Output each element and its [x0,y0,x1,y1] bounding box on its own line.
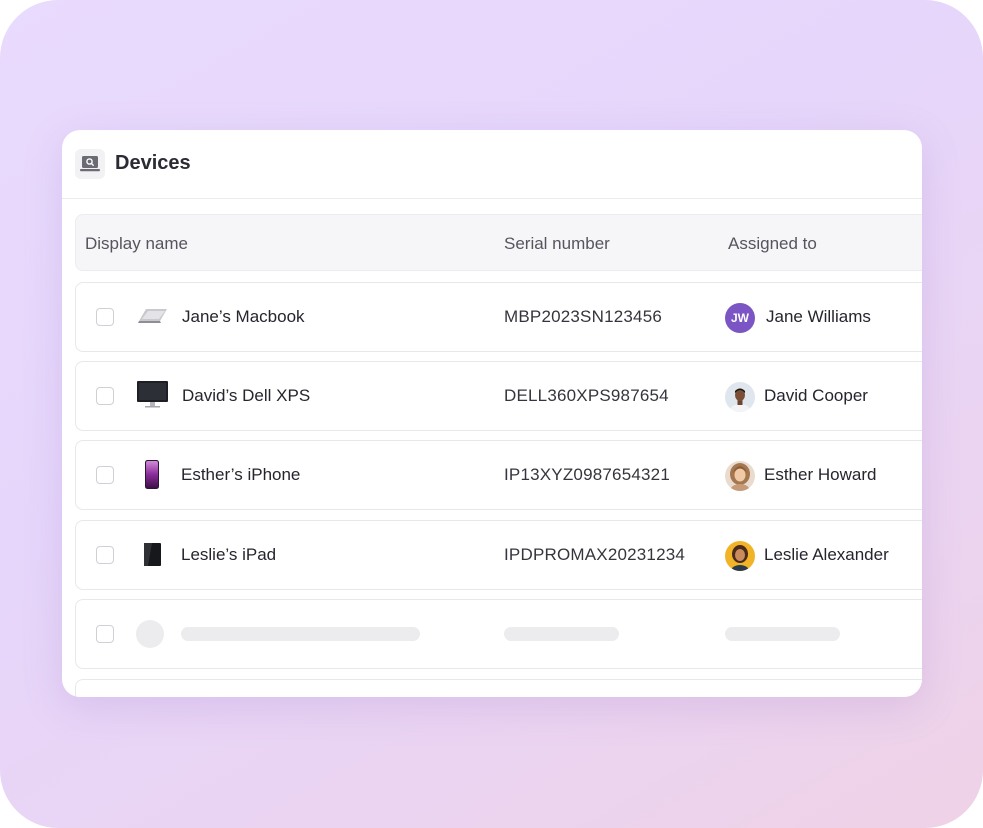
table-row-skeleton [75,679,922,697]
avatar [725,461,755,491]
table-row[interactable]: Leslie’s iPad IPDPROMAX20231234 Leslie A… [75,520,922,590]
device-name[interactable]: Esther’s iPhone [181,465,300,485]
avatar [725,382,755,412]
table-row[interactable]: Jane’s Macbook MBP2023SN123456 JW Jane W… [75,282,922,352]
table-row[interactable]: Esther’s iPhone IP13XYZ0987654321 Esther… [75,440,922,510]
row-checkbox[interactable] [96,387,114,405]
phone-icon [136,457,170,493]
devices-panel: Devices Display name Serial number Assig… [62,130,922,697]
laptop-search-icon [75,149,105,179]
laptop-icon [136,299,170,335]
serial-number: MBP2023SN123456 [504,307,663,326]
row-checkbox[interactable] [96,546,114,564]
device-name[interactable]: David’s Dell XPS [182,386,310,406]
avatar [725,541,755,571]
row-checkbox[interactable] [96,466,114,484]
skeleton-icon-placeholder [136,620,164,648]
avatar: JW [725,303,755,333]
skeleton-text-placeholder [181,627,420,641]
serial-number: IP13XYZ0987654321 [504,465,670,484]
column-header-display-name[interactable]: Display name [85,234,188,254]
skeleton-text-placeholder [725,627,840,641]
assignee-name: Esther Howard [764,465,877,484]
column-header-serial-number[interactable]: Serial number [504,234,610,254]
table-row[interactable]: David’s Dell XPS DELL360XPS987654 David … [75,361,922,431]
serial-number: IPDPROMAX20231234 [504,545,686,564]
monitor-icon [136,378,170,414]
page-title: Devices [115,152,191,174]
tablet-icon [136,537,170,573]
panel-header: Devices [62,130,922,199]
assignee-name: David Cooper [764,386,868,405]
skeleton-text-placeholder [504,627,619,641]
table-header: Display name Serial number Assigned to [75,214,922,271]
column-header-assigned-to[interactable]: Assigned to [728,234,817,254]
serial-number: DELL360XPS987654 [504,386,669,405]
device-name[interactable]: Leslie’s iPad [181,545,276,565]
assignee-name: Leslie Alexander [764,545,889,564]
row-checkbox[interactable] [96,308,114,326]
assignee-name: Jane Williams [766,307,871,326]
table-row-skeleton [75,599,922,669]
background-frame: Devices Display name Serial number Assig… [0,0,983,828]
row-checkbox[interactable] [96,625,114,643]
device-name[interactable]: Jane’s Macbook [182,307,305,327]
